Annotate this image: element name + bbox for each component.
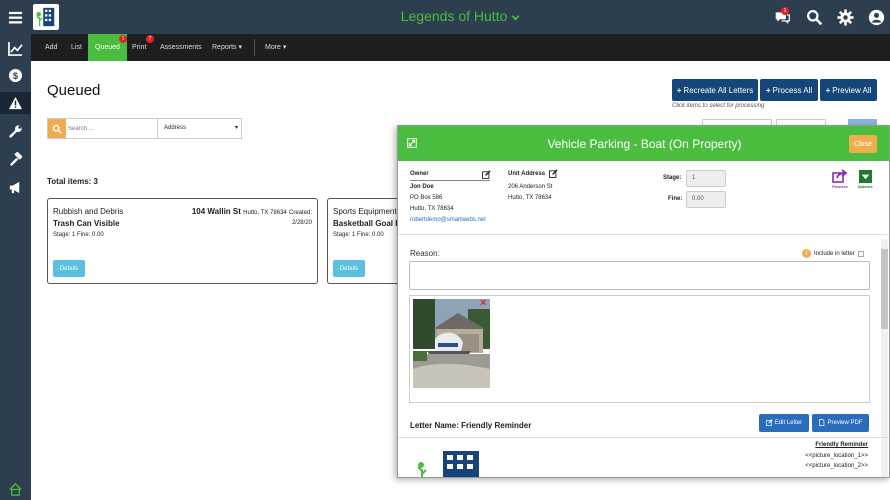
photo-gallery: × [409,295,870,403]
svg-text:$: $ [13,70,19,80]
processing-hint: Click items to select for processing [672,103,765,109]
card-category: Sports Equipment [333,207,397,216]
search-input[interactable] [68,121,154,136]
plus-icon: + [676,85,682,95]
nav-reports[interactable]: Reports ▾ [205,34,249,61]
card-address: 104 Wallin St Hutto, TX 78634 Created: [191,207,312,216]
top-bar: Legends of Hutto 1 [31,0,890,34]
nav-add[interactable]: Add [38,34,64,61]
nav-more[interactable]: More ▾ [258,34,293,61]
modal-title: Vehicle Parking - Boat (On Property) [547,137,742,151]
caret-down-icon: ▾ [234,125,238,131]
owner-label: Owner [410,171,429,177]
delete-photo-icon[interactable]: × [480,298,490,309]
modal-scrollbar[interactable] [881,239,888,477]
letter-name: Letter Name: Friendly Reminder [410,421,532,430]
edit-icon [765,418,773,428]
unit-address-label: Unit Address [508,171,546,177]
nav-bar: Add List Queued 1 Print 7 Assessments Re… [31,34,890,61]
unit-address-line2: Hutto, TX 78634 [508,195,552,201]
owner-divider [410,180,490,181]
preview-pdf-button[interactable]: Preview PDF [812,414,869,432]
chevron-down-icon [511,9,520,25]
owner-address-line2: Hutto, TX 78634 [410,206,454,212]
details-button[interactable]: Details [53,260,85,277]
process-all-button[interactable]: + Process All [760,79,818,101]
owner-name: Jon Doe [410,184,434,190]
unit-address-line1: 206 Anderson St [508,184,553,190]
modal-divider [398,234,889,235]
modal-header: Vehicle Parking - Boat (On Property) Clo… [398,126,889,161]
notification-badge: 1 [781,7,789,15]
edit-unit-address-icon[interactable] [549,169,558,178]
queued-card[interactable]: Rubbish and Debris Trash Can Visible Sta… [47,198,318,284]
search-icon[interactable] [803,6,825,28]
share-icon [832,169,848,183]
nav-separator [254,39,255,56]
dollar-icon[interactable]: $ [0,64,31,86]
letter-divider [398,437,889,438]
hamburger-menu-icon[interactable] [0,6,31,28]
stage-label: Stage: [663,175,682,181]
close-button[interactable]: Close [849,135,877,153]
document-icon [818,418,825,428]
reason-textarea[interactable] [409,261,870,290]
nav-assessments[interactable]: Assessments [153,34,209,61]
page-title: Queued [47,82,101,99]
stage-input[interactable]: 1 [686,170,726,187]
recreate-all-letters-button[interactable]: + Recreate All Letters [672,79,758,101]
owner-email-link[interactable]: robertdemo@smartwebs.net [410,217,486,223]
nav-queued[interactable]: Queued 1 [88,34,127,61]
scroll-thumb[interactable] [881,249,888,329]
preview-all-button[interactable]: + Preview All [820,79,877,101]
total-items: Total items: 3 [47,177,98,186]
hammer-icon[interactable] [0,148,31,170]
wrench-icon[interactable] [0,120,31,142]
include-in-letter[interactable]: ! Include in letter [802,249,864,258]
home-icon[interactable] [0,478,31,500]
letter-preview-title: Friendly Reminder [815,442,868,448]
search-button[interactable] [48,119,66,138]
left-rail: $ [0,0,31,500]
process-button[interactable]: Process [830,169,850,189]
fine-label: Fine: [668,196,683,202]
violation-photo[interactable] [413,299,490,388]
chart-icon[interactable] [0,37,31,59]
search-icon [52,124,62,134]
letter-preview-line: <<picture_location_2>> [805,463,868,469]
card-date: 2/28/20 [291,220,312,226]
gear-icon[interactable] [834,6,856,28]
plus-icon: + [825,85,831,95]
app-title[interactable]: Legends of Hutto [31,8,890,25]
letter-preview-line: <<picture_location_1>> [805,453,868,459]
card-title: Basketball Goal I [333,219,398,228]
owner-address-line1: PO Box 586 [410,195,443,201]
include-checkbox[interactable] [857,250,864,257]
card-meta: Stage: 1 Fine: 0.00 [333,232,384,238]
info-icon: ! [802,249,811,258]
letterhead-logo [416,449,486,477]
nav-print[interactable]: Print 7 [125,34,154,61]
card-title: Trash Can Visible [53,219,120,228]
plus-icon: + [765,85,771,95]
user-account-icon[interactable] [865,6,887,28]
chat-notification-icon[interactable]: 1 [771,6,793,28]
edit-letter-button[interactable]: Edit Letter [759,414,809,432]
details-button[interactable]: Details [333,260,365,277]
options-button[interactable]: Options [855,169,875,189]
search-field-select[interactable]: Address ▾ [157,119,242,138]
card-meta: Stage: 1 Fine: 0.00 [53,232,104,238]
caret-down-square-icon [857,169,873,183]
card-category: Rubbish and Debris [53,207,124,216]
fine-input[interactable]: 0.00 [686,191,726,208]
violation-modal: Vehicle Parking - Boat (On Property) Clo… [397,125,890,478]
megaphone-icon[interactable] [0,176,31,198]
search-bar: Address ▾ [47,118,242,139]
reason-label: Reason: [410,249,440,258]
edit-owner-icon[interactable] [482,170,491,179]
warning-icon[interactable] [0,92,31,114]
nav-list[interactable]: List [64,34,89,61]
